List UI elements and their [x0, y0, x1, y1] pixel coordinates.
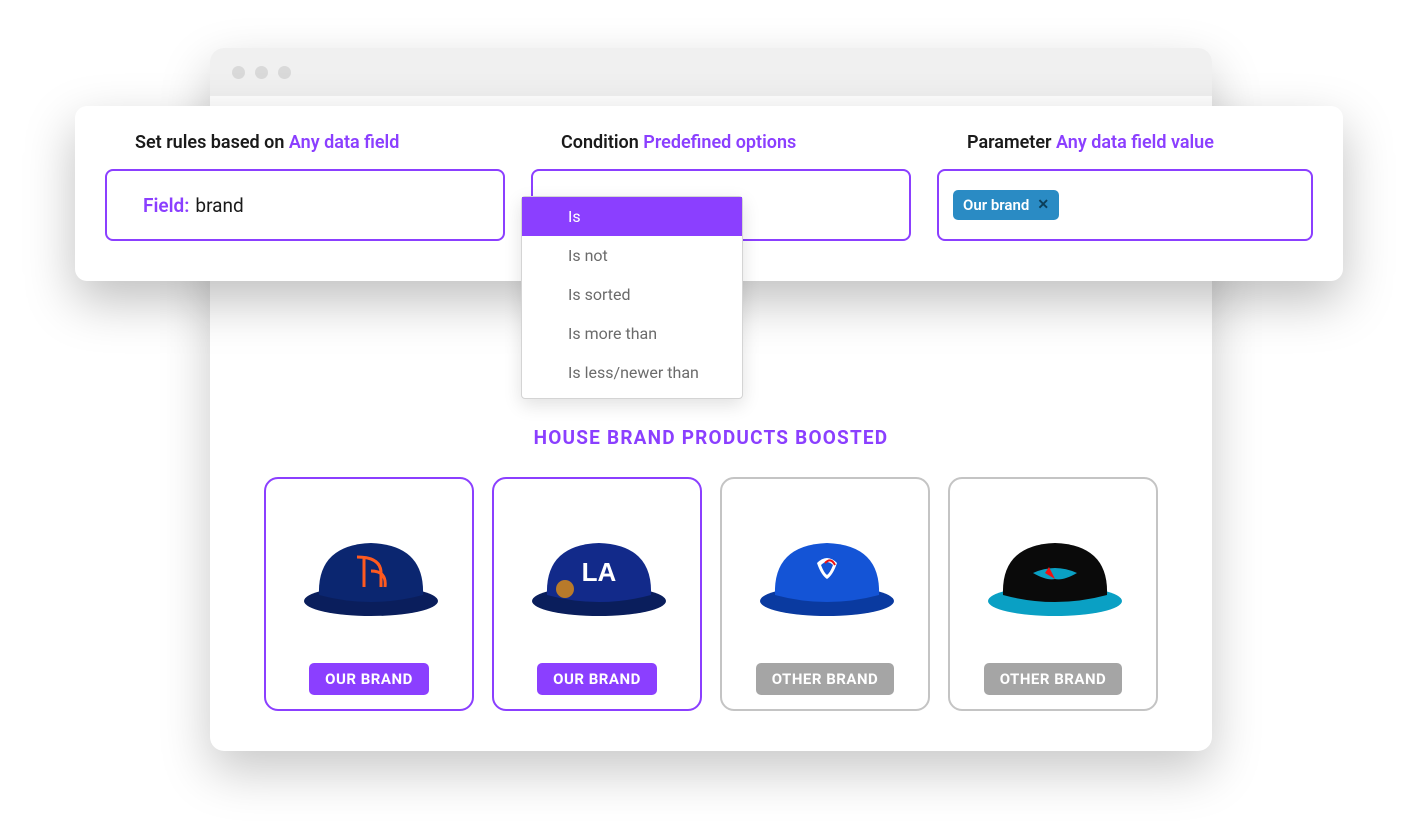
product-image	[278, 491, 460, 649]
dropdown-option-is-less-newer-than[interactable]: Is less/newer than	[522, 353, 742, 392]
rule-field-label: Set rules based on Any data field	[105, 132, 505, 153]
hat-icon	[289, 515, 449, 625]
brand-badge: OUR BRAND	[309, 663, 429, 695]
dropdown-option-is-not[interactable]: Is not	[522, 236, 742, 275]
brand-badge: OTHER BRAND	[756, 663, 895, 695]
rule-parameter-column: Parameter Any data field value Our brand…	[937, 132, 1313, 241]
rule-field-column: Set rules based on Any data field Field:…	[105, 132, 505, 241]
rule-condition-label: Condition Predefined options	[531, 132, 911, 153]
parameter-input[interactable]: Our brand ✕	[937, 169, 1313, 241]
brand-badge: OTHER BRAND	[984, 663, 1123, 695]
hat-icon	[745, 515, 905, 625]
label-highlight: Any data field	[289, 132, 400, 153]
tag-text: Our brand	[963, 196, 1029, 214]
product-card[interactable]: LA OUR BRAND	[492, 477, 702, 711]
label-highlight: Any data field value	[1056, 132, 1214, 153]
product-grid: OUR BRAND LA OUR BRAND	[210, 477, 1212, 711]
product-card[interactable]: OUR BRAND	[264, 477, 474, 711]
hat-icon: LA	[517, 515, 677, 625]
parameter-tag[interactable]: Our brand ✕	[953, 190, 1059, 220]
product-image	[962, 491, 1144, 649]
window-dot	[255, 66, 268, 79]
label-text: Set rules based on	[135, 132, 284, 153]
tag-remove-icon[interactable]: ✕	[1037, 197, 1049, 213]
dropdown-option-is-more-than[interactable]: Is more than	[522, 314, 742, 353]
dropdown-option-is[interactable]: Is	[522, 197, 742, 236]
brand-badge: OUR BRAND	[537, 663, 657, 695]
field-value: brand	[195, 194, 243, 217]
svg-text:LA: LA	[582, 557, 617, 587]
label-text: Parameter	[967, 132, 1052, 153]
label-highlight: Predefined options	[643, 132, 796, 153]
product-card[interactable]: OTHER BRAND	[720, 477, 930, 711]
dropdown-option-is-sorted[interactable]: Is sorted	[522, 275, 742, 314]
hat-icon	[973, 515, 1133, 625]
rule-parameter-label: Parameter Any data field value	[937, 132, 1313, 153]
field-input[interactable]: Field: brand	[105, 169, 505, 241]
window-dot	[278, 66, 291, 79]
product-image: LA	[506, 491, 688, 649]
section-title: HOUSE BRAND PRODUCTS BOOSTED	[210, 426, 1212, 449]
condition-dropdown[interactable]: Is Is not Is sorted Is more than Is less…	[521, 196, 743, 399]
window-dot	[232, 66, 245, 79]
titlebar	[210, 48, 1212, 96]
product-image	[734, 491, 916, 649]
product-card[interactable]: OTHER BRAND	[948, 477, 1158, 711]
field-key: Field:	[143, 194, 189, 217]
label-text: Condition	[561, 132, 639, 153]
